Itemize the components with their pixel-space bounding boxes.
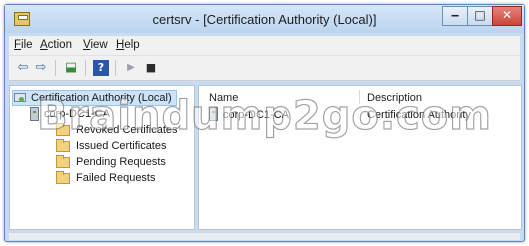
tree-item-ca[interactable]: corp-DC1-CA: [30, 107, 110, 121]
toolbar-separator: [55, 60, 56, 76]
tree-item-label: Pending Requests: [76, 156, 166, 168]
title-bar[interactable]: certsrv - [Certification Authority (Loca…: [5, 5, 524, 33]
toolbar-separator: [115, 60, 116, 76]
forward-arrow-icon[interactable]: ⇨: [33, 60, 49, 76]
mmc-window: certsrv - [Certification Authority (Loca…: [4, 4, 525, 242]
menu-help[interactable]: Help: [116, 39, 140, 51]
list-item[interactable]: corp-DC1-CA Certification Authority: [203, 107, 521, 123]
tree-item-label: Certification Authority (Local): [31, 92, 172, 104]
menu-action[interactable]: Action: [40, 39, 72, 51]
column-header-description[interactable]: Description: [367, 92, 422, 104]
tree-item-pending[interactable]: Pending Requests: [56, 155, 166, 169]
list-item-name-text: corp-DC1-CA: [223, 109, 290, 121]
tree-item-label: Revoked Certificates: [76, 124, 178, 136]
menu-bar: File Action View Help: [9, 36, 520, 55]
close-button[interactable]: ✕: [492, 6, 522, 26]
ca-server-icon: [30, 107, 39, 121]
column-header-name[interactable]: Name: [209, 92, 238, 104]
back-arrow-icon[interactable]: ⇦: [15, 60, 31, 76]
start-service-icon[interactable]: ▶: [123, 60, 139, 76]
help-icon[interactable]: ?: [93, 60, 109, 76]
list-item-description: Certification Authority: [367, 109, 471, 121]
tree-item-revoked[interactable]: Revoked Certificates: [56, 123, 178, 137]
stop-service-icon[interactable]: ■: [143, 60, 159, 76]
status-bar: [9, 232, 520, 240]
tree-item-label: corp-DC1-CA: [44, 108, 111, 120]
tree-item-root[interactable]: Certification Authority (Local): [12, 90, 177, 106]
ca-server-icon: [209, 107, 218, 121]
menu-file[interactable]: File: [14, 39, 33, 51]
tree-item-failed[interactable]: Failed Requests: [56, 171, 156, 185]
folder-icon: [56, 155, 70, 168]
tree-item-label: Failed Requests: [76, 172, 156, 184]
column-divider[interactable]: [359, 90, 360, 104]
results-pane: Name Description corp-DC1-CA Certificati…: [198, 85, 522, 230]
list-item-name: corp-DC1-CA: [209, 107, 289, 123]
export-list-icon[interactable]: ⬓: [63, 60, 79, 76]
console-tree: Certification Authority (Local) corp-DC1…: [9, 85, 195, 230]
folder-icon: [56, 171, 70, 184]
minimize-button[interactable]: ‒: [442, 6, 468, 26]
toolbar: ⇦ ⇨ ⬓ ? ▶ ■: [9, 55, 520, 81]
tree-item-issued[interactable]: Issued Certificates: [56, 139, 166, 153]
certification-authority-icon: [13, 92, 27, 104]
folder-icon: [56, 139, 70, 152]
maximize-button[interactable]: □: [467, 6, 493, 26]
folder-icon: [56, 123, 70, 136]
toolbar-separator: [85, 60, 86, 76]
tree-item-label: Issued Certificates: [76, 140, 167, 152]
menu-view[interactable]: View: [83, 39, 108, 51]
